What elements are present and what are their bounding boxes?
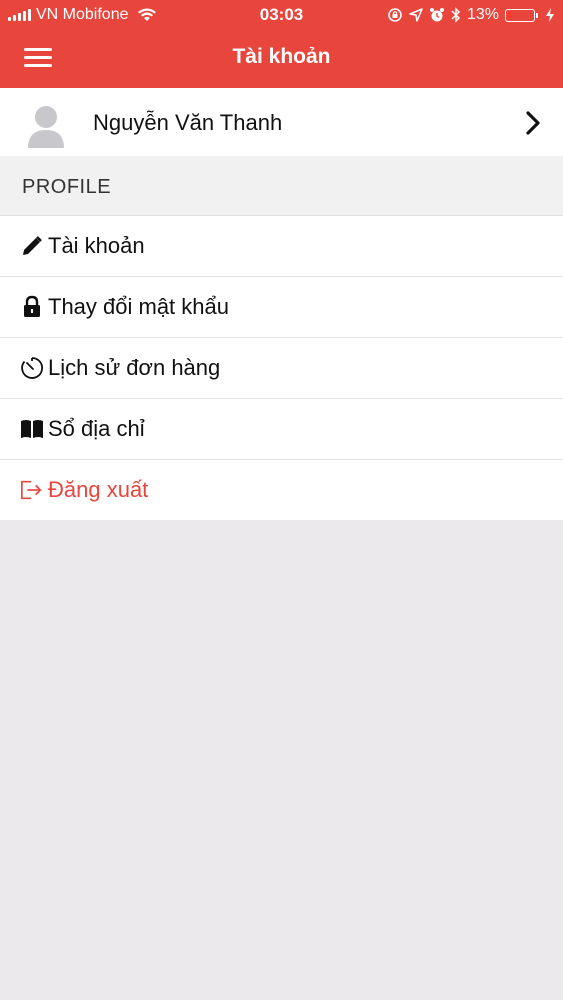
menu-item-label: Lịch sử đơn hàng	[48, 355, 221, 380]
pencil-icon	[20, 234, 44, 258]
menu-item-logout[interactable]: Đăng xuất	[0, 460, 563, 520]
menu-item-order-history[interactable]: Lịch sử đơn hàng	[0, 338, 563, 399]
logout-icon	[20, 478, 44, 502]
top-bar: VN Mobifone 03:03 13% Tài khoản	[0, 0, 563, 88]
menu-item-change-password[interactable]: Thay đổi mật khẩu	[0, 277, 563, 338]
bluetooth-icon	[451, 7, 461, 23]
section-title: PROFILE	[22, 176, 112, 198]
alarm-icon	[429, 8, 444, 22]
profile-row[interactable]: Nguyễn Văn Thanh	[0, 88, 563, 156]
menu-item-label: Sổ địa chỉ	[48, 416, 145, 441]
battery-icon	[505, 8, 538, 22]
page-title: Tài khoản	[232, 45, 331, 68]
status-bar: VN Mobifone 03:03 13%	[0, 0, 563, 30]
location-icon	[409, 8, 423, 22]
menu-item-label: Tài khoản	[48, 233, 145, 258]
battery-percent: 13%	[466, 6, 499, 23]
menu-item-address-book[interactable]: Sổ địa chỉ	[0, 399, 563, 460]
menu-item-account[interactable]: Tài khoản	[0, 216, 563, 277]
orientation-lock-icon	[388, 8, 402, 22]
timer-icon	[20, 356, 44, 380]
charging-icon	[546, 8, 554, 22]
chevron-right-icon[interactable]	[523, 110, 543, 136]
menu-list: Tài khoản Thay đổi mật khẩu Lịch sử đơn …	[0, 216, 563, 520]
nav-bar: Tài khoản	[0, 30, 563, 88]
user-avatar-icon	[28, 106, 64, 148]
lock-icon	[20, 295, 44, 319]
book-icon	[20, 417, 44, 441]
menu-item-label: Thay đổi mật khẩu	[48, 294, 229, 319]
section-header: PROFILE	[0, 156, 563, 216]
profile-name: Nguyễn Văn Thanh	[93, 110, 283, 135]
menu-item-label: Đăng xuất	[48, 477, 149, 502]
